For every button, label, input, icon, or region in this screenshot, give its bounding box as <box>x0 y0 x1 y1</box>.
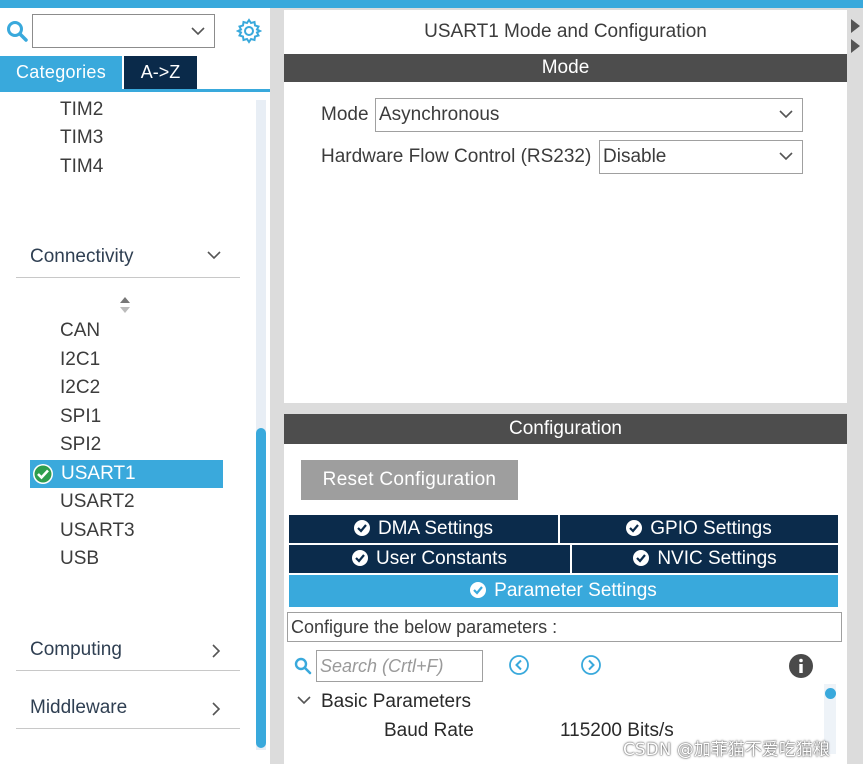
tab-dma-settings-label: DMA Settings <box>377 518 494 539</box>
tab-parameter-settings-label: Parameter Settings <box>494 580 657 601</box>
tree-item-i2c2[interactable]: I2C2 <box>60 375 100 401</box>
right-edge-strip <box>847 10 863 403</box>
chevron-down-icon <box>207 251 221 260</box>
left-scrollbar-thumb[interactable] <box>256 428 266 748</box>
sort-icon[interactable] <box>118 296 132 314</box>
watermark: CSDN @加菲猫不爱吃猫粮 <box>623 740 830 760</box>
search-icon <box>294 657 312 675</box>
check-circle-icon <box>353 520 370 536</box>
baud-rate-label: Baud Rate <box>384 720 474 741</box>
tree-item-usart3[interactable]: USART3 <box>60 518 135 544</box>
group-connectivity[interactable]: Connectivity <box>16 238 240 278</box>
check-circle-icon <box>33 464 53 484</box>
tab-a-to-z[interactable]: A->Z <box>124 56 197 89</box>
info-icon[interactable] <box>788 653 814 679</box>
mode-panel: USART1 Mode and Configuration Mode Mode … <box>284 10 847 403</box>
flow-control-select[interactable]: Disable <box>599 140 803 174</box>
mode-header: Mode <box>284 54 847 82</box>
parameter-search-input[interactable]: Search (Crtl+F) <box>316 650 483 682</box>
configure-description: Configure the below parameters : <box>287 612 842 642</box>
tab-nvic-settings[interactable]: NVIC Settings <box>572 545 838 573</box>
tab-gpio-settings[interactable]: GPIO Settings <box>560 515 838 543</box>
search-combobox[interactable] <box>32 14 215 48</box>
previous-icon[interactable] <box>508 654 530 676</box>
next-icon[interactable] <box>580 654 602 676</box>
tab-categories[interactable]: Categories <box>0 56 122 89</box>
tree-item-tim4[interactable]: TIM4 <box>60 154 103 180</box>
top-accent-bar <box>0 0 863 8</box>
tree-item-usart1-selected[interactable]: USART1 <box>30 460 223 488</box>
configuration-header: Configuration <box>284 414 847 444</box>
check-circle-icon <box>470 582 487 598</box>
tab-gpio-settings-label: GPIO Settings <box>650 518 772 539</box>
tab-user-constants-label: User Constants <box>376 548 507 569</box>
tab-parameter-settings[interactable]: Parameter Settings <box>289 575 838 607</box>
tree-item-usb[interactable]: USB <box>60 546 99 572</box>
collapse-arrow-icon[interactable] <box>849 18 861 34</box>
tab-user-constants[interactable]: User Constants <box>289 545 570 573</box>
mode-panel-title: USART1 Mode and Configuration <box>424 21 707 42</box>
configuration-panel: Configuration Reset Configuration DMA Se… <box>284 414 847 764</box>
chevron-down-icon <box>779 110 793 119</box>
tree-item-i2c1[interactable]: I2C1 <box>60 347 100 373</box>
search-icon[interactable] <box>6 20 28 42</box>
chevron-down-icon[interactable] <box>190 23 206 39</box>
group-middleware-label: Middleware <box>30 697 128 718</box>
tree-item-usart2[interactable]: USART2 <box>60 489 135 515</box>
group-middleware[interactable]: Middleware <box>16 689 240 729</box>
gear-icon[interactable] <box>236 18 262 44</box>
tree-item-spi1[interactable]: SPI1 <box>60 404 101 430</box>
group-computing-label: Computing <box>30 639 122 660</box>
categories-tree: Categories A->Z TIM2 TIM3 TIM4 Connectiv… <box>0 8 270 764</box>
tab-nvic-settings-label: NVIC Settings <box>657 548 777 569</box>
chevron-right-icon <box>212 644 221 658</box>
flow-control-select-value: Disable <box>603 146 667 167</box>
chevron-down-icon <box>779 152 793 161</box>
tree-item-tim3[interactable]: TIM3 <box>60 125 103 151</box>
chevron-down-icon[interactable] <box>296 695 312 707</box>
reset-configuration-button[interactable]: Reset Configuration <box>301 460 518 500</box>
tree-item-usart1-label: USART1 <box>61 463 136 484</box>
chevron-right-icon <box>212 702 221 716</box>
check-circle-icon <box>626 520 643 536</box>
basic-parameters-label: Basic Parameters <box>321 691 471 712</box>
tree-item-tim2[interactable]: TIM2 <box>60 97 103 123</box>
mode-select[interactable]: Asynchronous <box>375 98 803 132</box>
group-connectivity-label: Connectivity <box>30 246 134 267</box>
flow-control-label: Hardware Flow Control (RS232) <box>321 146 592 167</box>
config-scrollbar-thumb[interactable] <box>825 688 836 699</box>
left-panel: Categories A->Z TIM2 TIM3 TIM4 Connectiv… <box>0 8 275 764</box>
tab-dma-settings[interactable]: DMA Settings <box>289 515 558 543</box>
expand-arrow-icon[interactable] <box>849 38 861 54</box>
group-computing[interactable]: Computing <box>16 631 240 671</box>
mode-select-value: Asynchronous <box>379 104 500 125</box>
mode-label: Mode <box>321 104 369 125</box>
check-circle-icon <box>633 550 650 566</box>
category-tabs: Categories A->Z <box>0 56 270 92</box>
check-circle-icon <box>352 550 369 566</box>
tree-item-can[interactable]: CAN <box>60 318 100 344</box>
tree-item-spi2[interactable]: SPI2 <box>60 432 101 458</box>
